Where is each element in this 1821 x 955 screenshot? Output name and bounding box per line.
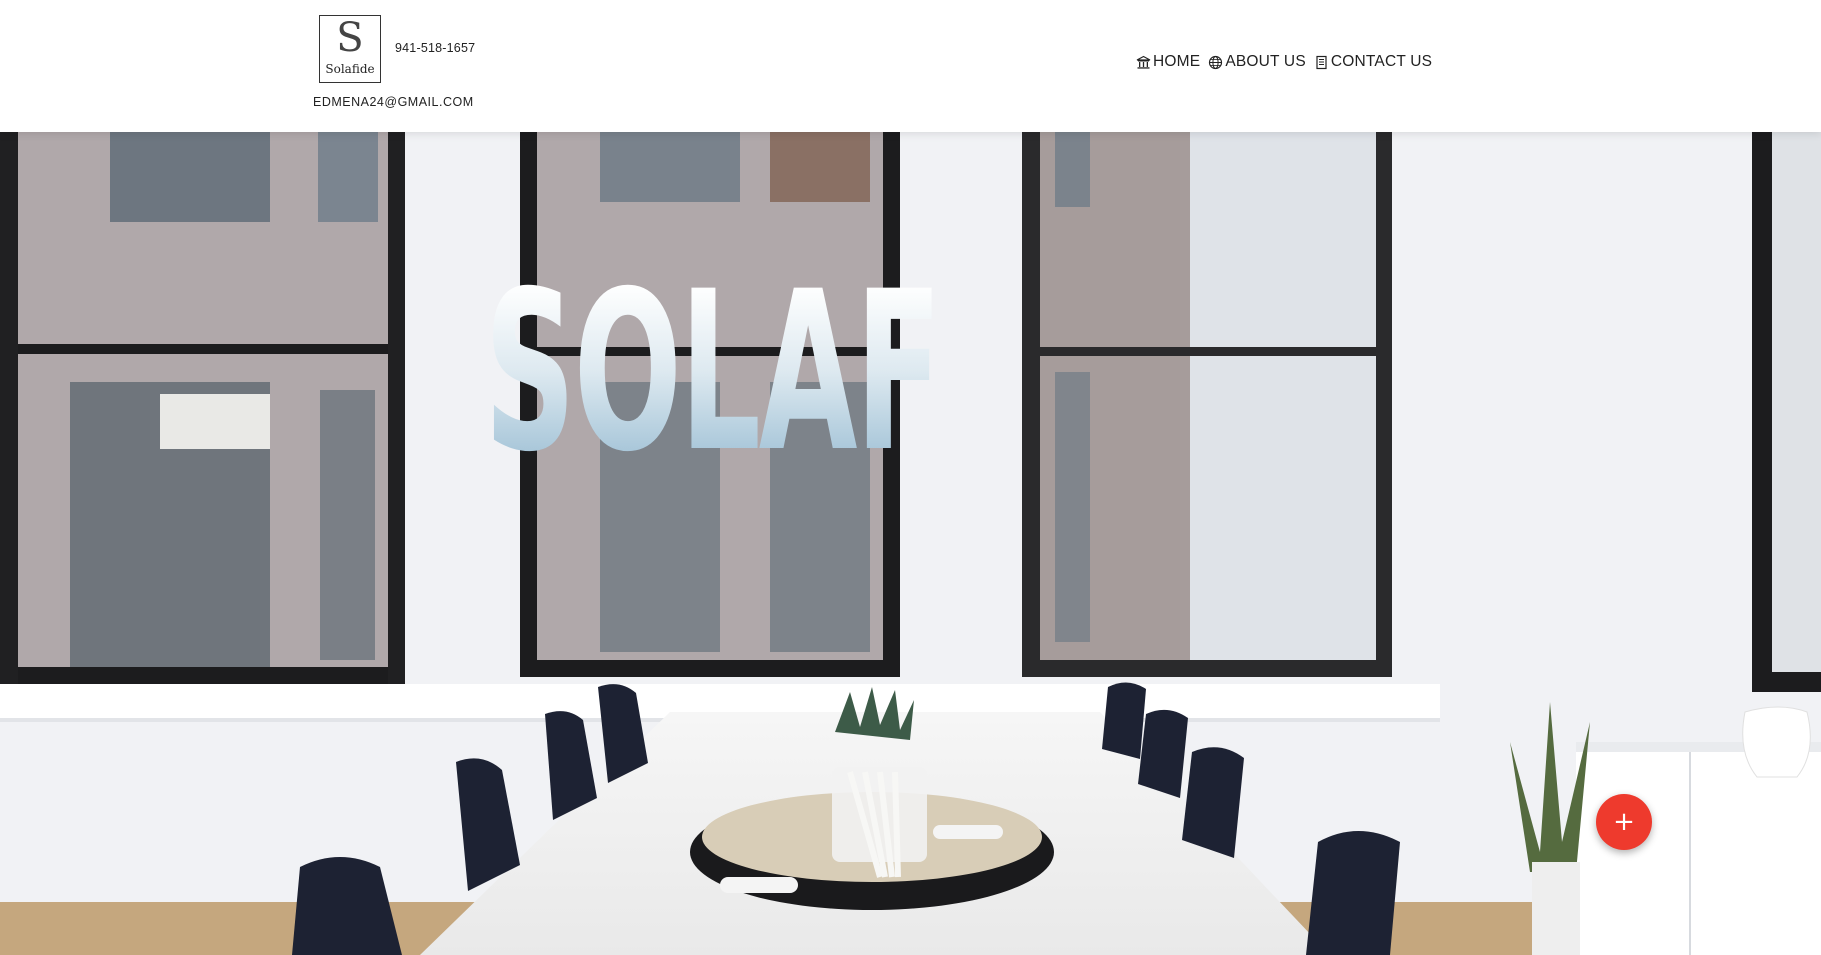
nav-item-home[interactable]: HOME: [1136, 53, 1200, 71]
page: S Solafide 941-518-1657 EDMENA24@GMAIL.C…: [0, 0, 1821, 955]
phone-number[interactable]: 941-518-1657: [395, 41, 475, 55]
add-button[interactable]: +: [1596, 794, 1652, 850]
globe-icon: [1208, 55, 1223, 70]
nav-label-contact: CONTACT US: [1330, 53, 1433, 70]
site-logo[interactable]: S Solafide: [319, 15, 381, 83]
bank-icon: [1136, 55, 1151, 70]
main-nav: HOME ABOUT US CONTACT US: [1136, 53, 1440, 71]
nav-label-about: ABOUT US: [1225, 53, 1306, 70]
hero-section: SOLAFIDE: [0, 132, 1821, 955]
logo-letter: S: [336, 15, 364, 61]
hero-title: SOLAFIDE: [484, 244, 1176, 500]
nav-item-about[interactable]: ABOUT US: [1208, 53, 1306, 71]
site-header: S Solafide 941-518-1657 EDMENA24@GMAIL.C…: [0, 0, 1821, 132]
document-icon: [1314, 55, 1329, 70]
nav-item-contact[interactable]: CONTACT US: [1314, 53, 1432, 71]
nav-label-home: HOME: [1153, 53, 1201, 70]
plus-icon: +: [1613, 807, 1635, 837]
logo-wordmark: Solafide: [325, 62, 375, 76]
email-address[interactable]: EDMENA24@GMAIL.COM: [313, 95, 474, 109]
